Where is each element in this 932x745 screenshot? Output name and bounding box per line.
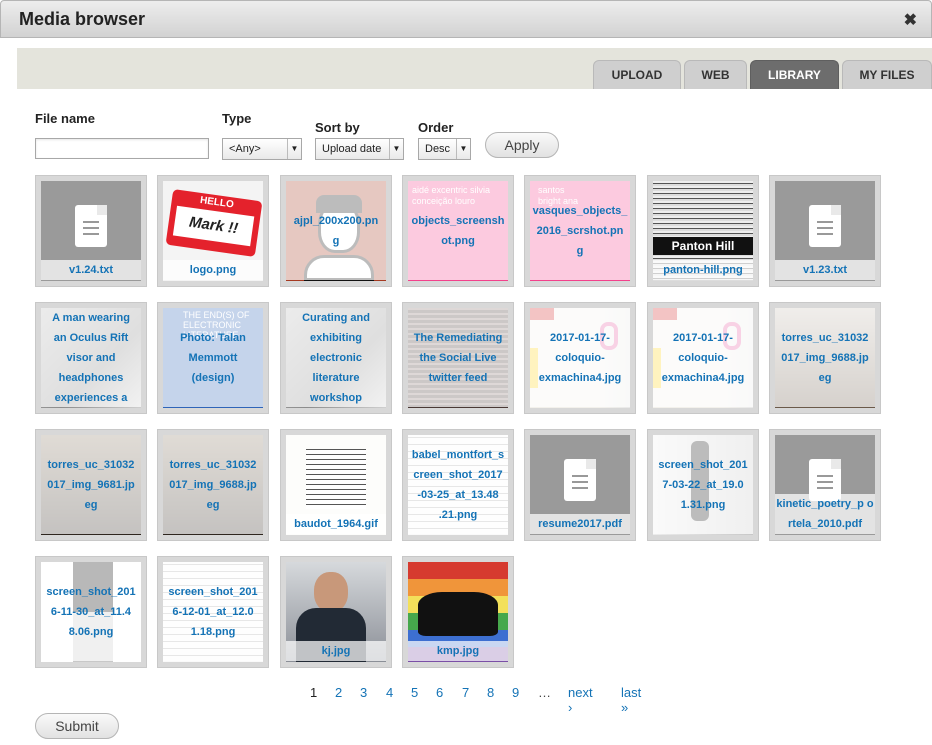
- type-select-value: <Any>: [229, 143, 261, 155]
- media-item-label[interactable]: resume2017.pdf: [530, 514, 630, 534]
- pager-page[interactable]: 7: [462, 685, 469, 700]
- pager-next[interactable]: next ›: [568, 685, 593, 715]
- media-item[interactable]: kj.jpg: [280, 556, 392, 668]
- media-item[interactable]: kinetic_poetry_p ortela_2010.pdf: [769, 429, 881, 541]
- media-item[interactable]: v1.24.txt: [35, 175, 147, 287]
- close-icon[interactable]: ✖: [904, 10, 917, 30]
- media-item[interactable]: Curating and exhibiting electronic liter…: [280, 302, 392, 414]
- media-item-label[interactable]: babel_montfort_s creen_shot_2017 -03-25_…: [408, 435, 508, 534]
- media-item-label[interactable]: v1.23.txt: [775, 260, 875, 280]
- media-item-label[interactable]: torres_uc_31032 017_img_9688.jp eg: [163, 435, 263, 534]
- media-item-label[interactable]: Photo: Talan Memmott (design): [163, 308, 263, 407]
- chevron-down-icon: ▼: [389, 139, 403, 159]
- tab-upload[interactable]: UPLOAD: [593, 60, 681, 89]
- pager-page[interactable]: 3: [360, 685, 367, 700]
- media-item[interactable]: THE END(S) OF ELECTRONIC LITERATUREPhoto…: [157, 302, 269, 414]
- sort-by-select[interactable]: Upload date ▼: [315, 138, 404, 160]
- media-item-label[interactable]: kj.jpg: [286, 641, 386, 661]
- media-item-label[interactable]: The Remediating the Social Live twitter …: [408, 308, 508, 407]
- media-item[interactable]: kmp.jpg: [402, 556, 514, 668]
- type-select[interactable]: <Any> ▼: [222, 138, 302, 160]
- media-item[interactable]: screen_shot_201 7-03-22_at_19.0 1.31.png: [647, 429, 759, 541]
- sort-by-select-value: Upload date: [322, 143, 382, 155]
- file-name-input[interactable]: [35, 138, 209, 159]
- type-label: Type: [222, 111, 252, 126]
- tab-web[interactable]: WEB: [684, 60, 747, 89]
- media-item-label[interactable]: torres_uc_31032 017_img_9681.jp eg: [41, 435, 141, 534]
- media-item-label[interactable]: screen_shot_201 6-11-30_at_11.4 8.06.png: [41, 562, 141, 661]
- media-item[interactable]: A man wearing an Oculus Rift visor and h…: [35, 302, 147, 414]
- media-item-label[interactable]: 2017-01-17- coloquio- exmachina4.jpg: [530, 308, 630, 407]
- media-item[interactable]: v1.23.txt: [769, 175, 881, 287]
- thumb-words: Panton Hill: [653, 237, 753, 255]
- order-select[interactable]: Desc ▼: [418, 138, 471, 160]
- media-item[interactable]: babel_montfort_s creen_shot_2017 -03-25_…: [402, 429, 514, 541]
- media-item[interactable]: resume2017.pdf: [524, 429, 636, 541]
- media-item-label[interactable]: v1.24.txt: [41, 260, 141, 280]
- tab-my-files[interactable]: MY FILES: [842, 60, 932, 89]
- pager-page[interactable]: 4: [386, 685, 393, 700]
- pager-page[interactable]: 9: [512, 685, 519, 700]
- media-item-label[interactable]: panton-hill.png: [653, 260, 753, 280]
- document-icon: [809, 205, 841, 247]
- media-item-label[interactable]: Curating and exhibiting electronic liter…: [286, 308, 386, 407]
- media-item[interactable]: Panton Hill panton-hill.png: [647, 175, 759, 287]
- media-item-label[interactable]: 2017-01-17- coloquio- exmachina4.jpg: [653, 308, 753, 407]
- document-icon: [75, 205, 107, 247]
- chevron-down-icon: ▼: [456, 139, 470, 159]
- document-icon: [564, 459, 596, 501]
- media-item[interactable]: screen_shot_201 6-12-01_at_12.0 1.18.png: [157, 556, 269, 668]
- media-item-label[interactable]: kinetic_poetry_p ortela_2010.pdf: [775, 494, 875, 534]
- file-name-label: File name: [35, 111, 95, 126]
- pager-page[interactable]: 8: [487, 685, 494, 700]
- media-item[interactable]: The Remediating the Social Live twitter …: [402, 302, 514, 414]
- submit-button[interactable]: Submit: [35, 713, 119, 739]
- pager-page[interactable]: 2: [335, 685, 342, 700]
- media-item-label[interactable]: kmp.jpg: [408, 641, 508, 661]
- order-select-value: Desc: [425, 143, 451, 155]
- media-item[interactable]: ajpl_200x200.pn g: [280, 175, 392, 287]
- media-item-label[interactable]: A man wearing an Oculus Rift visor and h…: [41, 308, 141, 407]
- media-item[interactable]: HELLO Mark !! logo.png: [157, 175, 269, 287]
- media-item[interactable]: santos bright anavasques_objects_ 2016_s…: [524, 175, 636, 287]
- media-item[interactable]: screen_shot_201 6-11-30_at_11.4 8.06.png: [35, 556, 147, 668]
- pager-current: 1: [310, 685, 318, 700]
- media-item[interactable]: torres_uc_31032 017_img_9681.jp eg: [35, 429, 147, 541]
- chevron-down-icon: ▼: [287, 139, 301, 159]
- media-item-label[interactable]: screen_shot_201 7-03-22_at_19.0 1.31.png: [653, 435, 753, 534]
- dialog-titlebar: Media browser ✖: [0, 0, 932, 38]
- media-item[interactable]: 2017-01-17- coloquio- exmachina4.jpg: [647, 302, 759, 414]
- tab-strip: UPLOAD WEB LIBRARY MY FILES: [17, 48, 932, 89]
- media-item[interactable]: 2017-01-17- coloquio- exmachina4.jpg: [524, 302, 636, 414]
- tab-library[interactable]: LIBRARY: [750, 60, 839, 89]
- media-item[interactable]: torres_uc_31032 017_img_9688.jp eg: [157, 429, 269, 541]
- media-item-label[interactable]: logo.png: [163, 260, 263, 280]
- sort-by-label: Sort by: [315, 120, 360, 135]
- pager-page[interactable]: 5: [411, 685, 418, 700]
- media-item-label[interactable]: screen_shot_201 6-12-01_at_12.0 1.18.png: [163, 562, 263, 661]
- order-label: Order: [418, 120, 454, 135]
- media-item-label[interactable]: objects_screensh ot.png: [408, 181, 508, 280]
- media-item[interactable]: baudot_1964.gif: [280, 429, 392, 541]
- media-item-label[interactable]: vasques_objects_ 2016_scrshot.pn g: [530, 181, 630, 280]
- media-item-label[interactable]: ajpl_200x200.pn g: [286, 181, 386, 280]
- pager-ellipsis: …: [538, 685, 551, 700]
- media-item-label[interactable]: torres_uc_31032 017_img_9688.jp eg: [775, 308, 875, 407]
- pager-page[interactable]: 6: [436, 685, 443, 700]
- dialog-title: Media browser: [19, 9, 146, 29]
- media-item[interactable]: aidé excentric silvia conceição louroobj…: [402, 175, 514, 287]
- apply-button[interactable]: Apply: [485, 132, 559, 158]
- pager-last[interactable]: last »: [621, 685, 641, 715]
- media-item-label[interactable]: baudot_1964.gif: [286, 514, 386, 534]
- media-item[interactable]: torres_uc_31032 017_img_9688.jp eg: [769, 302, 881, 414]
